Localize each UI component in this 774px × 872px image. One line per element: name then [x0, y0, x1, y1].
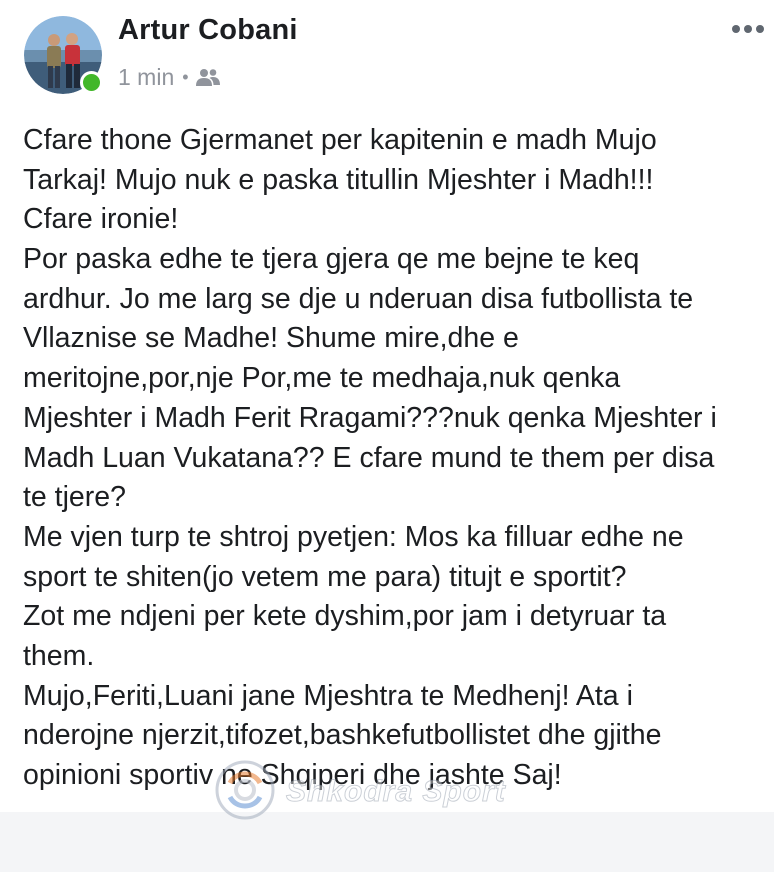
post-text-line: nderojne njerzit,tifozet,bashkefutbollis… — [23, 719, 662, 752]
post-text-line: Por paska edhe te tjera gjera qe me bejn… — [23, 243, 640, 276]
post-text-line: them. — [23, 639, 95, 672]
post-text-line: Mjeshter i Madh Ferit Rragami???nuk qenk… — [23, 401, 717, 434]
post-text-line: ardhur. Jo me larg se dje u nderuan disa… — [23, 282, 694, 315]
post-text-line: opinioni sportiv ne Shqiperi dhe jashte … — [23, 759, 562, 791]
footer-strip — [0, 812, 774, 872]
post-text-line: Vllaznise se Madhe! Shume mire,dhe e — [23, 322, 519, 355]
post-text-line: Zot me ndjeni per kete dyshim,por jam i … — [23, 600, 667, 633]
post-text-line: Mujo,Feriti,Luani jane Mjeshtra te Medhe… — [23, 679, 633, 712]
online-status-indicator — [80, 71, 103, 94]
facebook-post: Artur Cobani 1 min • Cfare thone Gjerman… — [0, 0, 774, 812]
friends-icon[interactable] — [195, 67, 221, 87]
post-header: Artur Cobani 1 min • — [0, 0, 774, 110]
more-options-icon[interactable] — [726, 14, 770, 44]
post-text: Cfare thone Gjermanet per kapitenin e ma… — [23, 121, 774, 796]
author-name[interactable]: Artur Cobani — [118, 14, 298, 47]
post-text-line: Madh Luan Vukatana?? E cfare mund te the… — [23, 441, 715, 474]
post-text-line: Cfare thone Gjermanet per kapitenin e ma… — [23, 124, 657, 156]
meta-separator: • — [182, 66, 189, 87]
post-text-line: Me vjen turp te shtroj pyetjen: Mos ka f… — [23, 520, 684, 553]
post-text-line: Tarkaj! Mujo nuk e paska titullin Mjesht… — [23, 163, 654, 196]
author-avatar[interactable] — [24, 16, 103, 94]
post-text-line: Cfare ironie! — [23, 203, 179, 236]
post-text-line: meritojne,por,nje Por,me te medhaja,nuk … — [23, 362, 621, 395]
post-time[interactable]: 1 min — [118, 64, 174, 91]
post-text-line: sport te shiten(jo vetem me para) titujt… — [23, 560, 627, 593]
post-text-line: te tjere? — [23, 481, 126, 514]
post-meta: 1 min • — [118, 62, 221, 92]
